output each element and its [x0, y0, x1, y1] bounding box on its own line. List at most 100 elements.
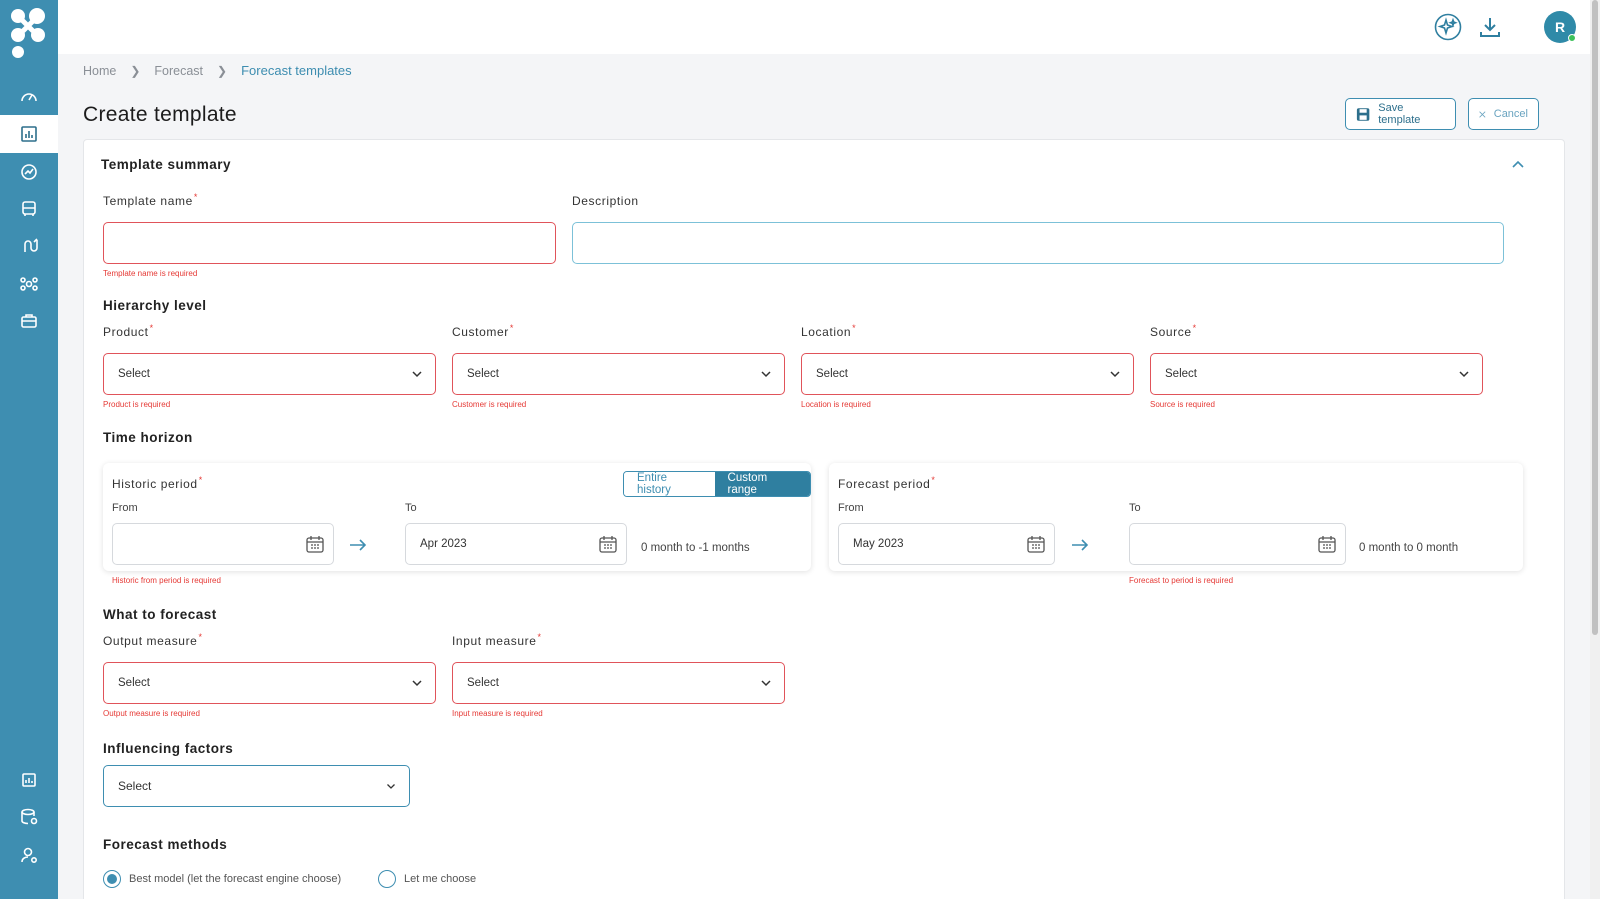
- calendar-icon[interactable]: [1317, 534, 1337, 554]
- nav-transport[interactable]: [0, 190, 58, 228]
- radio-button[interactable]: [103, 870, 121, 888]
- bar-chart-icon: [21, 126, 37, 142]
- historic-to-input[interactable]: Apr 2023: [405, 523, 627, 565]
- forecast-period-card: Forecast period* From May 2023 To 0 mont…: [829, 463, 1523, 571]
- cancel-label: Cancel: [1493, 108, 1528, 120]
- app-logo[interactable]: [8, 6, 50, 62]
- breadcrumb-current[interactable]: Forecast templates: [241, 63, 352, 78]
- page-title: Create template: [83, 103, 237, 126]
- template-name-error: Template name is required: [103, 269, 198, 278]
- product-error: Product is required: [103, 400, 171, 409]
- online-status-dot: [1568, 34, 1576, 42]
- nav-network[interactable]: [0, 265, 58, 303]
- nav-reports[interactable]: [0, 761, 58, 799]
- calendar-icon[interactable]: [598, 534, 618, 554]
- scrollbar-thumb[interactable]: [1592, 0, 1598, 635]
- product-select[interactable]: Select: [103, 353, 436, 395]
- template-summary-title: Template summary: [101, 157, 232, 172]
- customer-label: Customer*: [452, 323, 514, 339]
- sidebar: [0, 0, 58, 899]
- historic-from-input[interactable]: [112, 523, 334, 565]
- time-horizon-title: Time horizon: [103, 430, 193, 445]
- historic-period-card: Historic period* Entire history Custom r…: [103, 463, 811, 571]
- nav-data-settings[interactable]: [0, 798, 58, 836]
- influencing-factors-select[interactable]: Select: [103, 765, 410, 807]
- bus-icon: [22, 201, 36, 216]
- save-template-label: Save template: [1378, 102, 1421, 126]
- forecast-period-label: Forecast period*: [838, 475, 936, 491]
- breadcrumb-home[interactable]: Home: [83, 64, 116, 78]
- location-error: Location is required: [801, 400, 871, 409]
- download-icon: [1480, 18, 1500, 37]
- nav-trends[interactable]: [0, 153, 58, 191]
- description-label: Description: [572, 194, 639, 208]
- chevron-down-icon: [761, 371, 771, 378]
- radio-best-model-label: Best model (let the forecast engine choo…: [129, 873, 342, 885]
- chevron-down-icon: [412, 371, 422, 378]
- forecast-to-input[interactable]: [1129, 523, 1346, 565]
- entire-history-option[interactable]: Entire history: [624, 472, 715, 496]
- forecast-range-text: 0 month to 0 month: [1359, 542, 1459, 554]
- historic-from-label: From: [112, 502, 138, 514]
- template-name-input[interactable]: [103, 222, 556, 264]
- chevron-up-icon[interactable]: [1512, 160, 1524, 170]
- user-avatar[interactable]: R: [1544, 11, 1576, 43]
- chevron-right-icon: ❯: [217, 63, 228, 78]
- historic-range-toggle[interactable]: Entire history Custom range: [623, 471, 811, 497]
- chevron-down-icon: [387, 784, 395, 789]
- calendar-icon[interactable]: [1026, 534, 1046, 554]
- radio-button[interactable]: [378, 870, 396, 888]
- forecast-from-label: From: [838, 502, 864, 514]
- forecast-from-input[interactable]: May 2023: [838, 523, 1055, 565]
- nav-dashboard[interactable]: [0, 78, 58, 116]
- forecast-to-label: To: [1129, 502, 1141, 514]
- nav-forecast[interactable]: [0, 115, 58, 153]
- page-scrollbar[interactable]: [1590, 0, 1600, 899]
- description-input[interactable]: [572, 222, 1504, 264]
- historic-period-label: Historic period*: [112, 475, 203, 491]
- report-icon: [22, 773, 36, 787]
- hierarchy-level-title: Hierarchy level: [103, 298, 207, 313]
- cancel-button[interactable]: Cancel: [1468, 98, 1539, 130]
- output-measure-label: Output measure*: [103, 632, 203, 648]
- nav-user-settings[interactable]: [0, 836, 58, 874]
- chevron-down-icon: [761, 680, 771, 687]
- arrow-right-icon: [1072, 539, 1089, 551]
- custom-range-option[interactable]: Custom range: [714, 472, 810, 496]
- historic-range-text: 0 month to -1 months: [641, 542, 750, 554]
- briefcase-icon: [21, 314, 37, 328]
- input-measure-label: Input measure*: [452, 632, 542, 648]
- source-label: Source*: [1150, 323, 1197, 339]
- breadcrumb-forecast[interactable]: Forecast: [154, 64, 203, 78]
- customer-error: Customer is required: [452, 400, 527, 409]
- output-measure-select[interactable]: Select: [103, 662, 436, 704]
- chevron-down-icon: [412, 680, 422, 687]
- template-form-card: Template summary Template name* Template…: [83, 139, 1565, 899]
- nav-portfolio[interactable]: [0, 302, 58, 340]
- what-to-forecast-title: What to forecast: [103, 607, 217, 622]
- route-icon: [24, 238, 38, 252]
- ai-sparkle-button[interactable]: [1432, 11, 1464, 43]
- product-label: Product*: [103, 323, 154, 339]
- customer-select[interactable]: Select: [452, 353, 785, 395]
- nav-routes[interactable]: [0, 227, 58, 265]
- radio-best-model[interactable]: Best model (let the forecast engine choo…: [103, 870, 341, 888]
- save-icon: [1356, 107, 1370, 121]
- chevron-right-icon: ❯: [130, 63, 141, 78]
- top-bar: [58, 0, 1600, 54]
- influencing-factors-title: Influencing factors: [103, 741, 234, 756]
- source-select[interactable]: Select: [1150, 353, 1483, 395]
- forecast-to-error: Forecast to period is required: [1129, 576, 1234, 585]
- source-error: Source is required: [1150, 400, 1215, 409]
- download-button[interactable]: [1474, 11, 1506, 43]
- avatar-initial: R: [1554, 19, 1566, 35]
- location-label: Location*: [801, 323, 857, 339]
- database-settings-icon: [21, 808, 38, 825]
- location-select[interactable]: Select: [801, 353, 1134, 395]
- input-measure-select[interactable]: Select: [452, 662, 785, 704]
- arrow-right-icon: [350, 539, 367, 551]
- chevron-down-icon: [1459, 371, 1469, 378]
- calendar-icon[interactable]: [305, 534, 325, 554]
- radio-let-me-choose[interactable]: Let me choose: [378, 870, 476, 888]
- save-template-button[interactable]: Save template: [1345, 98, 1456, 130]
